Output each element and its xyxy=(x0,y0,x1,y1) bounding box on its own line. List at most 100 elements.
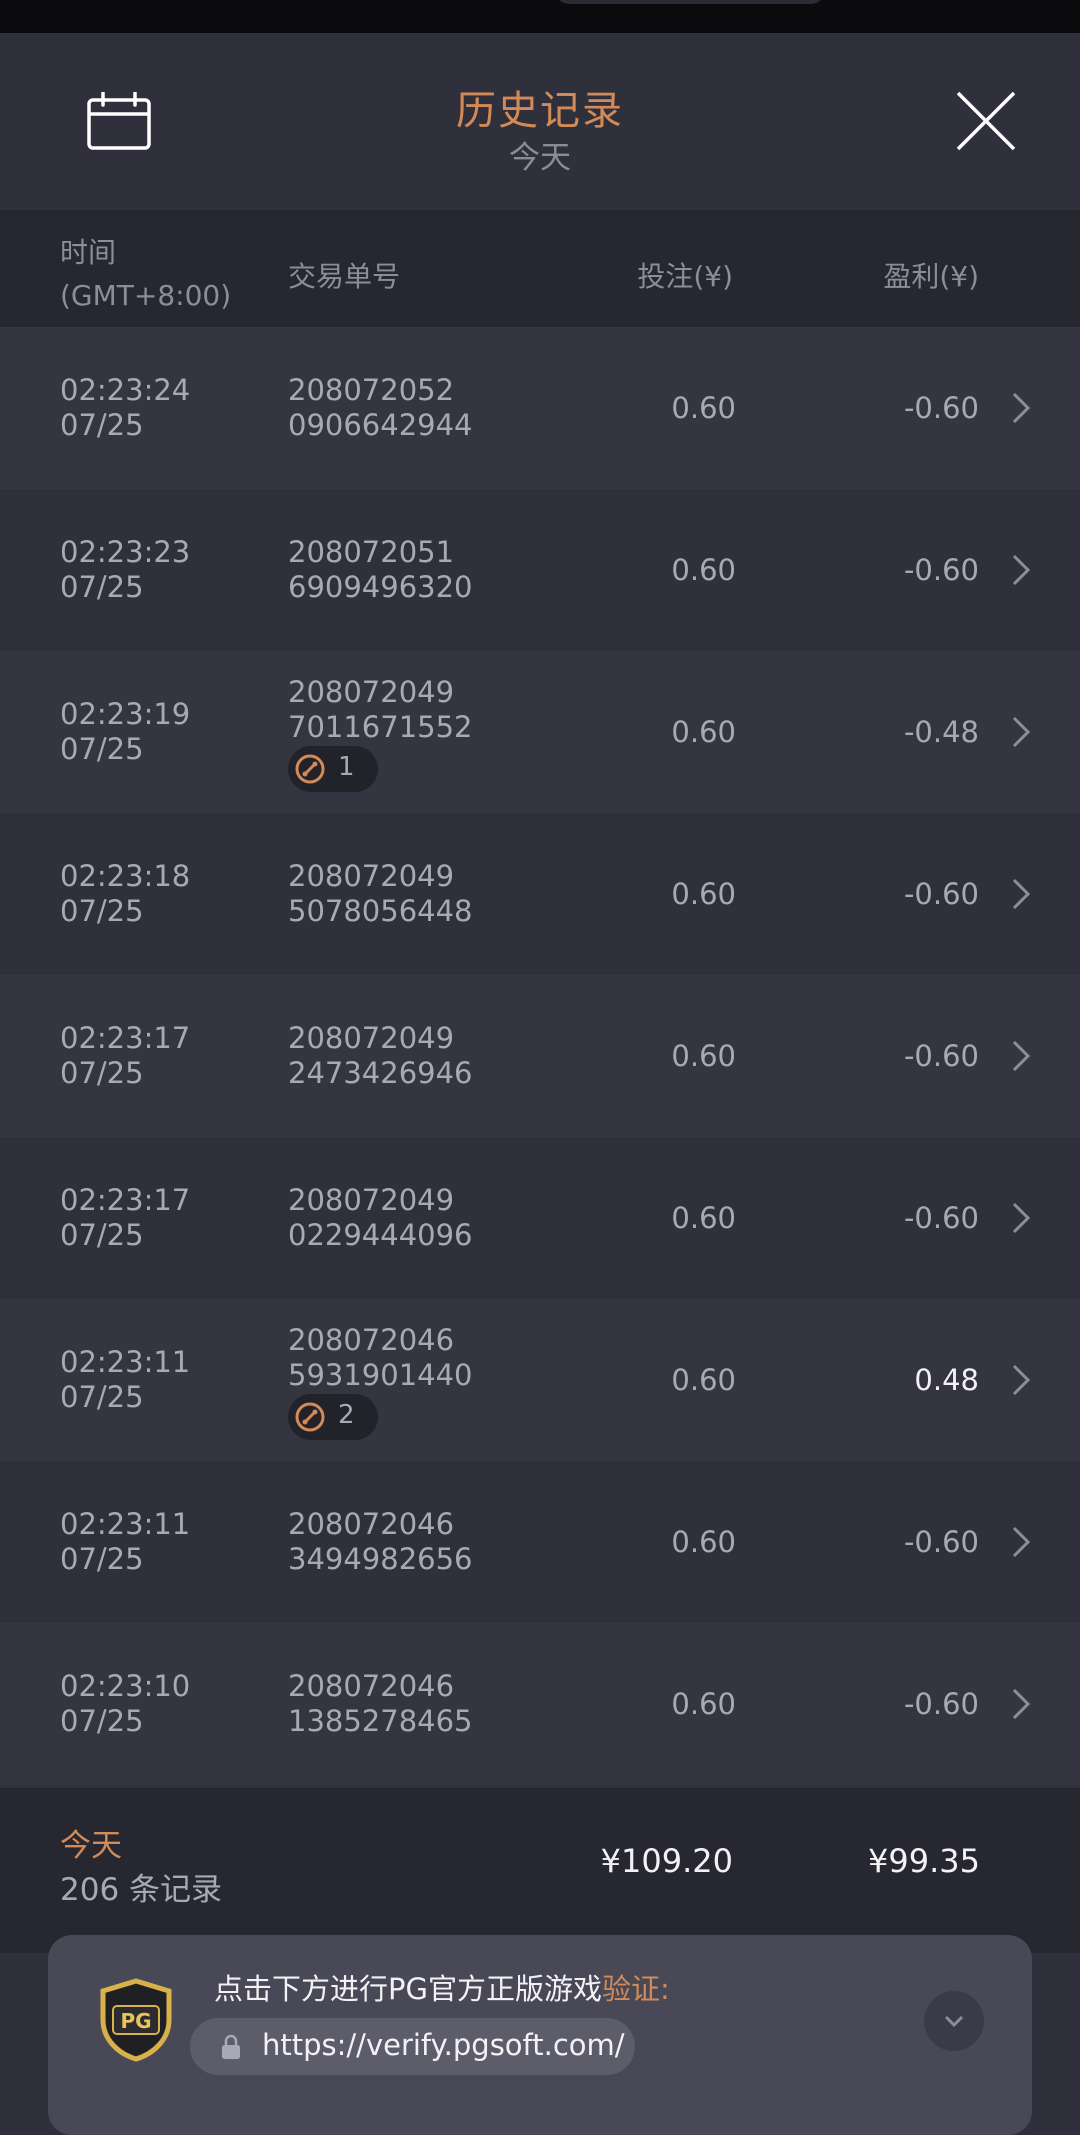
row-time: 02:23:18 xyxy=(60,859,191,893)
row-bet: 0.60 xyxy=(671,1201,736,1235)
row-order-suffix: 0906642944 xyxy=(288,408,473,442)
table-row[interactable]: 02:23:11 07/25 208072046 5931901440 2 0.… xyxy=(0,1299,1080,1461)
row-order-suffix: 1385278465 xyxy=(288,1704,473,1738)
row-profit: 0.48 xyxy=(914,1363,979,1397)
row-profit: -0.60 xyxy=(903,1039,979,1073)
pg-logo: PG xyxy=(100,1978,172,2062)
chevron-right-icon[interactable] xyxy=(1008,552,1034,588)
row-order-suffix: 6909496320 xyxy=(288,570,473,604)
row-profit: -0.48 xyxy=(903,715,979,749)
row-bet: 0.60 xyxy=(671,553,736,587)
row-date: 07/25 xyxy=(60,732,144,766)
table-row[interactable]: 02:23:24 07/25 208072052 0906642944 0.60… xyxy=(0,327,1080,489)
row-date: 07/25 xyxy=(60,1542,144,1576)
row-date: 07/25 xyxy=(60,894,144,928)
notch xyxy=(555,0,825,4)
row-date: 07/25 xyxy=(60,408,144,442)
row-order-suffix: 0229444096 xyxy=(288,1218,473,1252)
chevron-right-icon[interactable] xyxy=(1008,390,1034,426)
chevron-right-icon[interactable] xyxy=(1008,1524,1034,1560)
row-time: 02:23:24 xyxy=(60,373,191,407)
row-time: 02:23:17 xyxy=(60,1183,191,1217)
row-date: 07/25 xyxy=(60,570,144,604)
verify-url[interactable]: https://verify.pgsoft.com/ xyxy=(262,2028,625,2062)
row-profit: -0.60 xyxy=(903,1687,979,1721)
badge-count: 1 xyxy=(338,752,355,782)
table-row[interactable]: 02:23:19 07/25 208072049 7011671552 1 0.… xyxy=(0,651,1080,813)
row-order: 208072052 xyxy=(288,373,455,407)
page-subtitle[interactable]: 今天 xyxy=(0,132,1080,177)
free-spin-badge: 1 xyxy=(288,746,378,792)
table-row[interactable]: 02:23:11 07/25 208072046 3494982656 0.60… xyxy=(0,1461,1080,1623)
row-time: 02:23:23 xyxy=(60,535,191,569)
free-spin-icon xyxy=(295,1402,325,1432)
header-divider xyxy=(0,210,1080,217)
summary-count: 206 条记录 xyxy=(60,1872,223,1908)
row-order: 208072049 xyxy=(288,1183,455,1217)
summary-label: 今天 xyxy=(60,1828,122,1864)
row-date: 07/25 xyxy=(60,1380,144,1414)
banner-text: 点击下方进行PG官方正版游戏验证: xyxy=(214,1966,670,2008)
chevron-right-icon[interactable] xyxy=(1008,1200,1034,1236)
row-profit: -0.60 xyxy=(903,391,979,425)
row-order: 208072049 xyxy=(288,859,455,893)
row-bet: 0.60 xyxy=(671,715,736,749)
table-row[interactable]: 02:23:23 07/25 208072051 6909496320 0.60… xyxy=(0,489,1080,651)
row-date: 07/25 xyxy=(60,1218,144,1252)
pg-logo-text: PG xyxy=(120,2009,151,2033)
row-date: 07/25 xyxy=(60,1056,144,1090)
table-row[interactable]: 02:23:17 07/25 208072049 2473426946 0.60… xyxy=(0,975,1080,1137)
chevron-right-icon[interactable] xyxy=(1008,714,1034,750)
row-date: 07/25 xyxy=(60,1704,144,1738)
row-profit: -0.60 xyxy=(903,553,979,587)
chevron-right-icon[interactable] xyxy=(1008,1362,1034,1398)
column-timezone: (GMT+8:00) xyxy=(60,279,232,312)
banner-message: 点击下方进行PG官方正版游戏 xyxy=(214,1972,602,2006)
column-order: 交易单号 xyxy=(288,260,401,293)
row-order-suffix: 5078056448 xyxy=(288,894,473,928)
chevron-right-icon[interactable] xyxy=(1008,876,1034,912)
row-bet: 0.60 xyxy=(671,1039,736,1073)
row-time: 02:23:17 xyxy=(60,1021,191,1055)
row-time: 02:23:10 xyxy=(60,1669,191,1703)
status-bar xyxy=(0,0,1080,33)
free-spin-badge: 2 xyxy=(288,1394,378,1440)
chevron-down-icon xyxy=(944,2015,964,2028)
lock-icon xyxy=(222,2034,240,2059)
row-bet: 0.60 xyxy=(671,1687,736,1721)
row-order-suffix: 2473426946 xyxy=(288,1056,473,1090)
column-bet: 投注(¥) xyxy=(637,260,733,293)
chevron-right-icon[interactable] xyxy=(1008,1686,1034,1722)
row-order-suffix: 3494982656 xyxy=(288,1542,473,1576)
table-row[interactable]: 02:23:10 07/25 208072046 1385278465 0.60… xyxy=(0,1623,1080,1785)
table-row[interactable]: 02:23:18 07/25 208072049 5078056448 0.60… xyxy=(0,813,1080,975)
row-order: 208072051 xyxy=(288,535,455,569)
row-profit: -0.60 xyxy=(903,1525,979,1559)
row-order: 208072049 xyxy=(288,1021,455,1055)
row-order: 208072046 xyxy=(288,1669,455,1703)
summary-total-bet: ¥109.20 xyxy=(600,1842,733,1880)
row-bet: 0.60 xyxy=(671,877,736,911)
row-profit: -0.60 xyxy=(903,877,979,911)
row-bet: 0.60 xyxy=(671,391,736,425)
row-order-suffix: 5931901440 xyxy=(288,1358,473,1392)
banner-verify-label: 验证: xyxy=(601,1972,670,2006)
summary-total-profit: ¥99.35 xyxy=(868,1842,980,1880)
column-header: 时间 (GMT+8:00) 交易单号 投注(¥) 盈利(¥) xyxy=(0,217,1080,327)
row-time: 02:23:11 xyxy=(60,1507,191,1541)
row-order: 208072049 xyxy=(288,675,455,709)
column-profit: 盈利(¥) xyxy=(883,260,979,293)
close-icon[interactable] xyxy=(955,90,1017,152)
column-time: 时间 xyxy=(60,236,117,269)
table-row[interactable]: 02:23:17 07/25 208072049 0229444096 0.60… xyxy=(0,1137,1080,1299)
free-spin-icon xyxy=(295,754,325,784)
chevron-right-icon[interactable] xyxy=(1008,1038,1034,1074)
expand-button[interactable] xyxy=(924,1991,984,2051)
row-profit: -0.60 xyxy=(903,1201,979,1235)
row-time: 02:23:11 xyxy=(60,1345,191,1379)
row-time: 02:23:19 xyxy=(60,697,191,731)
badge-count: 2 xyxy=(338,1400,355,1430)
row-bet: 0.60 xyxy=(671,1363,736,1397)
row-order: 208072046 xyxy=(288,1507,455,1541)
row-bet: 0.60 xyxy=(671,1525,736,1559)
